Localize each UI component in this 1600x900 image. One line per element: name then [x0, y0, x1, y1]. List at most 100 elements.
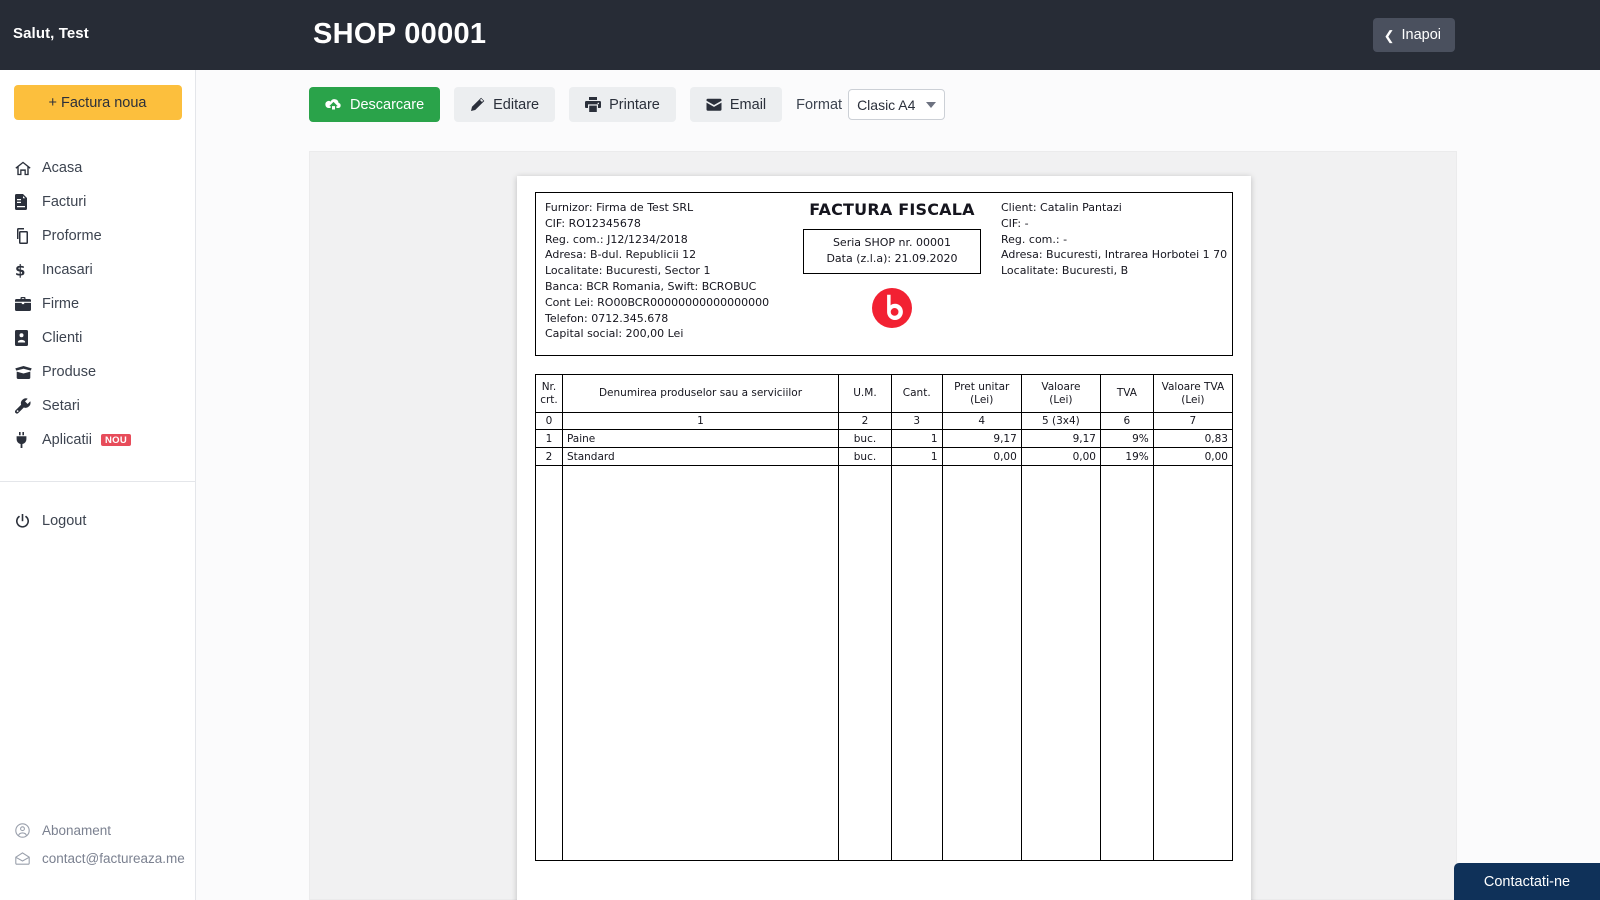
cell-valoare-tva: 0,00 [1152, 447, 1234, 466]
print-button[interactable]: Printare [569, 87, 676, 122]
cell-nr: 1 [535, 429, 563, 448]
client-line: Reg. com.: - [1001, 232, 1068, 246]
cell-cantitate: 1 [890, 447, 943, 466]
envelope-icon [706, 98, 722, 111]
supplier-line: Telefon: 0712.345.678 [545, 311, 669, 325]
sidebar-item-logout[interactable]: Logout [0, 504, 195, 538]
footer-item-label: Abonament [42, 822, 112, 838]
filler-cell [941, 465, 1022, 861]
number-cell: 1 [561, 412, 840, 430]
sidebar-item-clienti[interactable]: Clienti [0, 321, 195, 355]
invoice-series-box: Seria SHOP nr. 00001 Data (z.l.a): 21.09… [803, 229, 981, 274]
invoice-date-line: Data (z.l.a): 21.09.2020 [826, 252, 958, 265]
envelope-open-icon [15, 851, 39, 865]
client-line: Localitate: Bucuresti, B [1001, 264, 1129, 278]
cell-tva: 19% [1099, 447, 1154, 466]
column-header-cant: Cant. [890, 374, 943, 413]
column-header-valoare-tva: Valoare TVA (Lei) [1152, 374, 1234, 413]
header-line: Valoare [1041, 380, 1081, 393]
email-button[interactable]: Email [689, 87, 783, 122]
cell-valoare: 9,17 [1020, 429, 1101, 448]
client-line: Adresa: Bucuresti, Intrarea Horbotei 1 7… [1001, 248, 1228, 262]
sidebar-item-label: Facturi [42, 194, 87, 210]
sidebar-item-label: Setari [42, 398, 80, 414]
supplier-line: Capital social: 200,00 Lei [545, 327, 684, 341]
header-line: Cant. [902, 387, 931, 399]
client-line: CIF: - [1001, 216, 1029, 230]
cell-cantitate: 1 [890, 429, 943, 448]
edit-button[interactable]: Editare [454, 87, 556, 122]
sidebar-item-label: Logout [42, 513, 87, 529]
column-header-tva: TVA [1099, 374, 1154, 413]
contact-chat-button[interactable]: Contactati-ne [1454, 863, 1600, 900]
footer-item-abonament[interactable]: Abonament [0, 816, 196, 844]
company-logo [792, 287, 992, 334]
sidebar-item-aplicatii[interactable]: Aplicatii NOU [0, 423, 195, 457]
back-button-label: Inapoi [1401, 27, 1441, 43]
column-header-um: U.M. [838, 374, 892, 413]
file-invoice-icon [15, 194, 39, 210]
filler-cell [890, 465, 943, 861]
footer-item-contact[interactable]: contact@factureaza.me [0, 844, 196, 872]
table-filler-row [535, 465, 1234, 861]
chevron-down-icon [926, 101, 937, 108]
filler-cell [535, 465, 563, 861]
new-invoice-button[interactable]: + Factura noua [13, 85, 182, 120]
header-line: U.M. [853, 387, 877, 399]
number-cell: 2 [838, 412, 892, 430]
status-badge: NOU [100, 433, 131, 447]
filler-cell [838, 465, 892, 861]
sidebar-item-label: Aplicatii [42, 432, 92, 448]
sidebar-item-firme[interactable]: Firme [0, 287, 195, 321]
sidebar-divider [0, 481, 195, 482]
address-card-icon [15, 330, 39, 346]
contact-chat-label: Contactati-ne [1483, 873, 1571, 890]
supplier-line: Furnizor: Firma de Test SRL [545, 201, 694, 214]
printer-icon [585, 97, 602, 112]
header-line: (Lei) [970, 393, 994, 406]
cell-um: buc. [838, 429, 892, 448]
cell-tva: 9% [1099, 429, 1154, 448]
invoice-table-head: Nr. crt. Denumirea produselor sau a serv… [535, 374, 1234, 413]
sidebar-item-incasari[interactable]: $ Incasari [0, 253, 195, 287]
dollar-sign-icon: $ [15, 262, 39, 278]
cell-valoare-tva: 0,83 [1152, 429, 1234, 448]
sidebar-item-label: Incasari [42, 262, 93, 278]
sidebar-item-label: Produse [42, 364, 97, 380]
download-button[interactable]: Descarcare [309, 87, 441, 122]
column-header-nr: Nr. crt. [535, 374, 563, 413]
sidebar-item-facturi[interactable]: Facturi [0, 185, 195, 219]
sidebar-item-label: Clienti [42, 330, 83, 346]
format-select[interactable]: Clasic A4 [848, 89, 946, 120]
invoice-items-table: Nr. crt. Denumirea produselor sau a serv… [535, 374, 1234, 861]
header-line: (Lei) [1049, 393, 1073, 406]
invoice-body: Furnizor: Firma de Test SRL CIF: RO12345… [517, 176, 1251, 861]
top-bar: Salut, Test SHOP 00001 ❮ Inapoi [0, 0, 1600, 70]
power-off-icon [15, 513, 39, 529]
client-block: Client: Catalin Pantazi CIF: - Reg. com.… [1001, 200, 1227, 279]
cell-pret-unitar: 9,17 [941, 429, 1022, 448]
supplier-line: CIF: RO12345678 [545, 216, 641, 230]
sidebar-item-setari[interactable]: Setari [0, 389, 195, 423]
filler-cell [561, 465, 840, 861]
sidebar-item-produse[interactable]: Produse [0, 355, 195, 389]
table-number-row: 0 1 2 3 4 5 (3x4) 6 7 [535, 412, 1234, 430]
number-cell: 6 [1099, 412, 1154, 430]
header-line: Valoare TVA [1161, 380, 1225, 393]
pencil-icon [470, 97, 485, 112]
sidebar-item-proforme[interactable]: Proforme [0, 219, 195, 253]
header-line: Pret unitar [954, 380, 1010, 393]
invoice-header-box: Furnizor: Firma de Test SRL CIF: RO12345… [535, 192, 1233, 356]
filler-cell [1020, 465, 1101, 861]
svg-text:$: $ [15, 262, 25, 278]
email-button-label: Email [729, 96, 767, 113]
back-button[interactable]: ❮ Inapoi [1372, 18, 1455, 52]
column-header-pret-unitar: Pret unitar (Lei) [941, 374, 1022, 413]
briefcase-icon [15, 297, 39, 311]
supplier-line: Cont Lei: RO00BCR00000000000000000 [545, 295, 770, 309]
logout-section: Logout [0, 504, 195, 538]
number-cell: 4 [941, 412, 1022, 430]
supplier-line: Adresa: B-dul. Republicii 12 [545, 248, 697, 262]
sidebar-item-acasa[interactable]: Acasa [0, 151, 195, 185]
invoice-table-body: 0 1 2 3 4 5 (3x4) 6 7 1 Paine buc. 1 9,1… [535, 412, 1234, 861]
